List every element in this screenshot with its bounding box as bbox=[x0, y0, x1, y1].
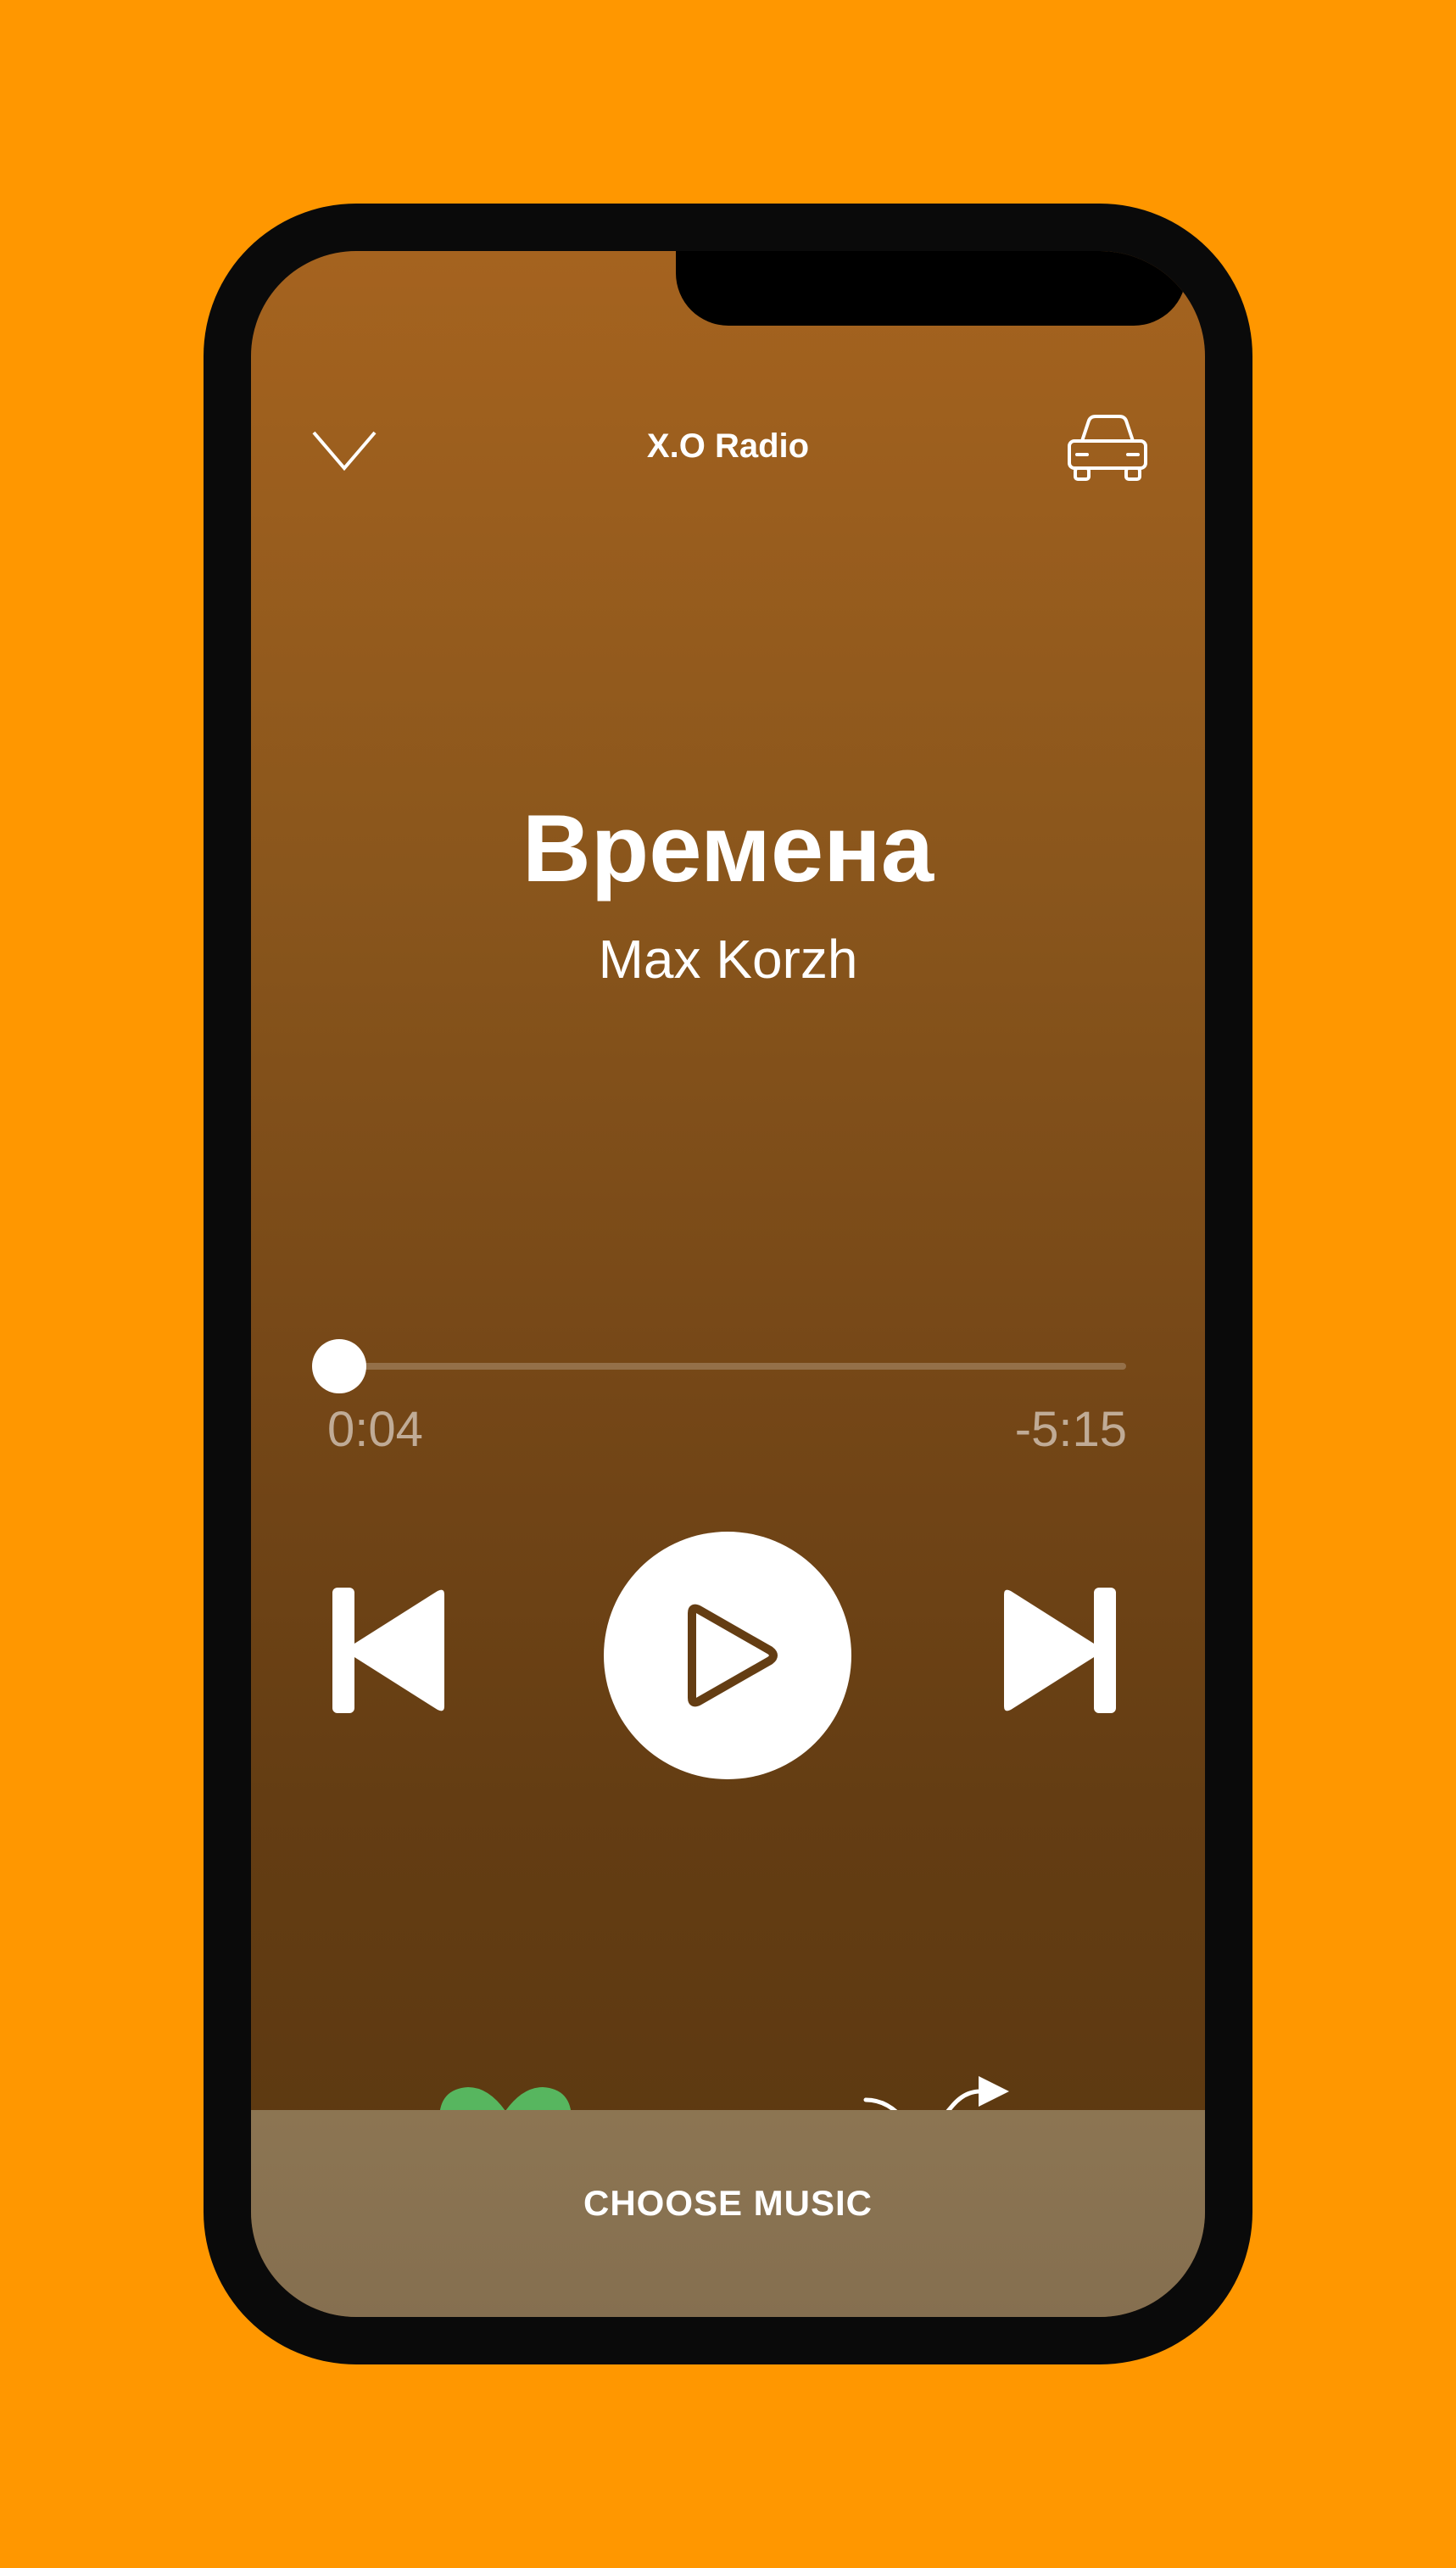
bottom-bar: CHOOSE MUSIC bbox=[251, 2110, 1205, 2317]
skip-previous-icon bbox=[332, 1588, 444, 1713]
previous-button[interactable] bbox=[327, 1584, 455, 1717]
phone-notch bbox=[676, 251, 1186, 326]
choose-music-button[interactable]: CHOOSE MUSIC bbox=[251, 2169, 1205, 2237]
phone-frame: X.O Radio Времена Max Korzh 0:04 -5:15 C… bbox=[204, 204, 1252, 2364]
next-button[interactable] bbox=[994, 1584, 1121, 1717]
track-title: Времена bbox=[522, 796, 934, 902]
car-mode-button[interactable] bbox=[1065, 412, 1150, 484]
play-icon bbox=[688, 1604, 778, 1707]
progress-thumb[interactable] bbox=[311, 1339, 366, 1393]
track-artist[interactable]: Max Korzh bbox=[251, 925, 1205, 993]
car-icon bbox=[1068, 415, 1147, 481]
player-screen: X.O Radio Времена Max Korzh 0:04 -5:15 C… bbox=[251, 251, 1205, 2317]
station-name: X.O Radio bbox=[646, 427, 810, 465]
skip-next-icon bbox=[1004, 1588, 1116, 1713]
elapsed-time: 0:04 bbox=[327, 1402, 423, 1457]
progress-bar[interactable] bbox=[311, 1339, 1126, 1393]
play-button[interactable] bbox=[604, 1532, 851, 1779]
remaining-time: -5:15 bbox=[1014, 1402, 1127, 1457]
